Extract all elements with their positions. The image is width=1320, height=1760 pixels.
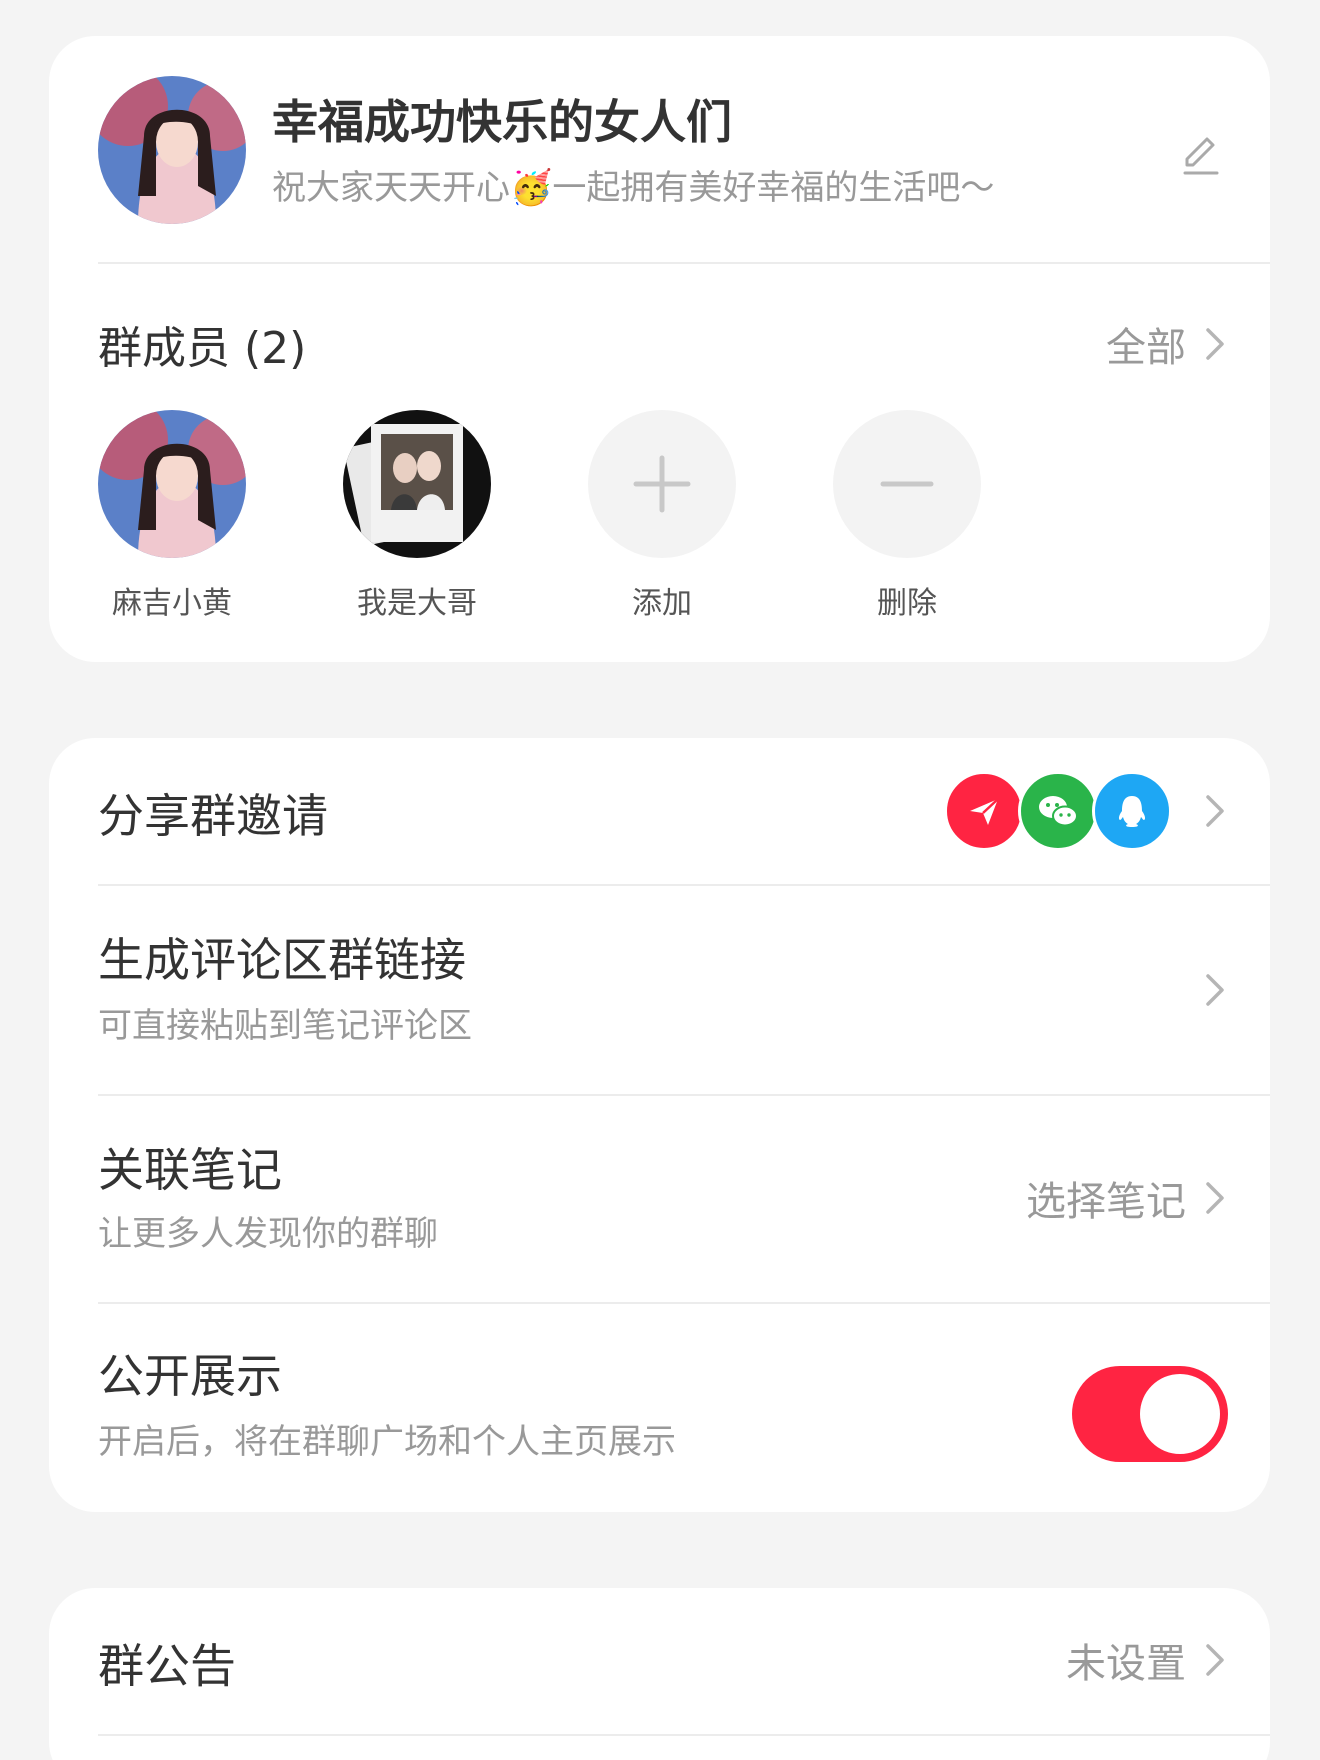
announcement-value-group: 未设置	[1066, 1630, 1226, 1690]
minus-icon	[833, 410, 981, 558]
remove-member-label: 删除	[877, 586, 937, 621]
group-description-text-end: 一起拥有美好幸福的生活吧～	[552, 168, 995, 208]
link-note-title: 关联笔记	[98, 1143, 282, 1197]
share-invite-row[interactable]: 分享群邀请	[49, 738, 1270, 884]
member-name: 我是大哥	[357, 586, 477, 621]
view-all-label: 全部	[1106, 325, 1186, 371]
remove-member-button[interactable]: 删除	[833, 410, 981, 622]
share-icons-group	[944, 770, 1226, 852]
divider	[98, 1734, 1270, 1736]
announcement-value: 未设置	[1066, 1641, 1186, 1687]
member-item[interactable]: 麻吉小黄	[98, 410, 246, 622]
comment-link-subtitle: 可直接粘贴到笔记评论区	[98, 1006, 472, 1046]
member-avatar	[343, 410, 491, 558]
members-title: 群成员 (2)	[98, 323, 307, 374]
member-avatar	[98, 410, 246, 558]
plus-icon	[588, 410, 736, 558]
link-note-row[interactable]: 关联笔记 让更多人发现你的群聊 选择笔记	[49, 1096, 1270, 1302]
group-name: 幸福成功快乐的女人们	[272, 95, 732, 149]
group-info-card: 幸福成功快乐的女人们 祝大家天天开心🥳一起拥有美好幸福的生活吧～ 群成员 (2)…	[49, 36, 1270, 662]
public-display-toggle[interactable]	[1072, 1366, 1228, 1462]
chevron-right-icon	[1206, 1182, 1224, 1214]
send-icon[interactable]	[944, 771, 1024, 851]
member-name: 麻吉小黄	[112, 586, 232, 621]
public-display-title: 公开展示	[98, 1349, 282, 1403]
edit-icon[interactable]	[1175, 129, 1227, 181]
announcement-row[interactable]: 群公告 未设置	[49, 1588, 1270, 1734]
select-note-label: 选择笔记	[1026, 1179, 1186, 1225]
group-description: 祝大家天天开心🥳一起拥有美好幸福的生活吧～	[272, 160, 994, 209]
chevron-right-icon	[1206, 328, 1224, 360]
party-face-emoji: 🥳	[510, 168, 553, 208]
chevron-right-icon	[1206, 974, 1224, 1006]
comment-link-chevron	[1204, 960, 1226, 1020]
add-member-button[interactable]: 添加	[588, 410, 736, 622]
announcement-card: 群公告 未设置	[49, 1588, 1270, 1760]
share-invite-title: 分享群邀请	[98, 789, 328, 843]
wechat-icon[interactable]	[1018, 771, 1098, 851]
divider	[98, 262, 1270, 264]
chevron-right-icon	[1206, 1644, 1224, 1676]
announcement-title: 群公告	[98, 1639, 236, 1693]
member-item[interactable]: 我是大哥	[343, 410, 491, 622]
comment-link-row[interactable]: 生成评论区群链接 可直接粘贴到笔记评论区	[49, 886, 1270, 1094]
group-avatar[interactable]	[98, 76, 246, 224]
link-note-action-group: 选择笔记	[1026, 1168, 1226, 1228]
comment-link-title: 生成评论区群链接	[98, 933, 466, 987]
add-member-label: 添加	[632, 586, 692, 621]
settings-card: 分享群邀请 生成评论区群链接 可直接粘贴到笔记评论区 关联笔记 让更多人发现你的…	[49, 738, 1270, 1512]
group-settings-page: 幸福成功快乐的女人们 祝大家天天开心🥳一起拥有美好幸福的生活吧～ 群成员 (2)…	[0, 0, 1320, 1760]
chevron-right-icon	[1206, 795, 1224, 827]
view-all-members-link[interactable]: 全部	[1106, 314, 1226, 374]
public-display-subtitle: 开启后，将在群聊广场和个人主页展示	[98, 1422, 676, 1462]
toggle-knob	[1140, 1374, 1220, 1454]
share-channel-icons	[944, 771, 1172, 851]
link-note-subtitle: 让更多人发现你的群聊	[98, 1214, 438, 1254]
group-description-text-start: 祝大家天天开心	[272, 168, 510, 208]
qq-icon[interactable]	[1092, 771, 1172, 851]
